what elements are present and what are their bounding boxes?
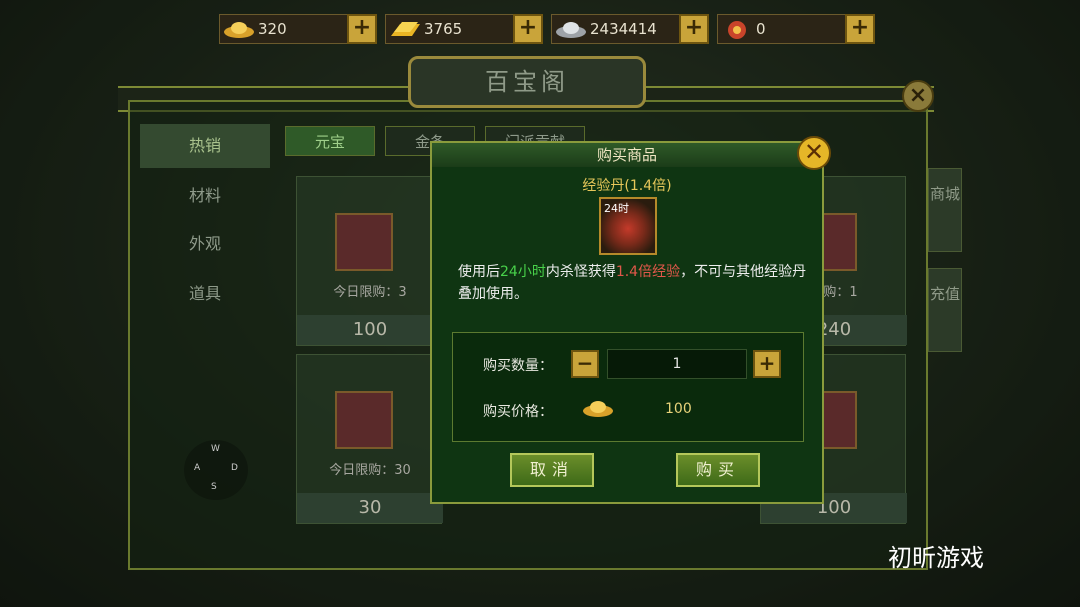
shop-close-button[interactable]: × [902,80,934,112]
dialog-title: 购买商品 [432,143,822,167]
dialog-close-button[interactable]: ✕ [797,136,831,170]
add-pouch-button[interactable]: + [845,14,875,44]
nav-hot[interactable]: 热销 [140,124,270,168]
purchase-dialog: 购买商品 经验丹(1.4倍) 24时 使用后24小时内杀怪获得1.4倍经验，不可… [430,141,824,504]
shop-card[interactable]: 今日限购：30 30 [296,354,443,524]
card-limit: 今日限购：3 [333,285,407,300]
add-silver-button[interactable]: + [679,14,709,44]
buy-button[interactable]: 购买 [676,453,760,487]
red-pouch-icon [728,21,746,39]
shop-card[interactable]: 今日限购：3 100 [296,176,443,346]
decrease-button[interactable]: − [571,350,599,378]
dpad-d: D [231,463,238,473]
card-price: 30 [297,493,443,523]
gold-ingot-icon [583,401,613,417]
item-image [335,213,393,271]
item-name: 经验丹(1.4倍) [582,178,672,194]
price-label: 购买价格： [483,404,553,420]
nav-items[interactable]: 道具 [140,272,270,316]
side-tab-mall[interactable]: 商城 [928,168,962,252]
purchase-options: 购买数量： − 1 + 购买价格： 100 [452,332,804,442]
price-value: 100 [665,401,692,417]
increase-button[interactable]: + [753,350,781,378]
gold-bars-icon [391,22,420,36]
desc-part-2: 内杀怪获得 [545,264,616,280]
quantity-input[interactable]: 1 [607,349,747,379]
desc-duration: 24小时 [500,264,546,280]
exp-pill-icon: 24时 [599,197,657,255]
nav-materials[interactable]: 材料 [140,174,270,218]
silver-amount: 2434414 [590,20,657,38]
add-ingot-button[interactable]: + [347,14,377,44]
ingot-amount: 320 [258,20,287,38]
tab-yuanbao[interactable]: 元宝 [285,126,375,156]
add-goldbar-button[interactable]: + [513,14,543,44]
card-price: 100 [297,315,443,345]
duration-badge: 24时 [604,202,629,215]
card-limit: 今日限购：30 [329,463,411,478]
nav-appearance[interactable]: 外观 [140,222,270,266]
gold-ingot-icon [224,22,254,38]
cancel-button[interactable]: 取消 [510,453,594,487]
desc-exp-rate: 1.4倍经验 [615,264,681,280]
item-image [335,391,393,449]
goldbar-amount: 3765 [424,20,463,38]
desc-part-1: 使用后 [458,264,500,280]
watermark: 初昕游戏 [888,544,984,572]
silver-ingot-icon [556,22,586,38]
dpad[interactable]: W A D S [184,440,248,500]
dpad-a: A [194,463,201,473]
shop-title: 百宝阁 [408,56,646,108]
dpad-w: W [211,444,220,454]
item-description: 使用后24小时内杀怪获得1.4倍经验，不可与其他经验丹叠加使用。 [458,261,808,305]
dpad-s: S [211,482,217,492]
pouch-amount: 0 [756,20,766,38]
quantity-label: 购买数量： [483,358,553,374]
side-tab-recharge[interactable]: 充值 [928,268,962,352]
